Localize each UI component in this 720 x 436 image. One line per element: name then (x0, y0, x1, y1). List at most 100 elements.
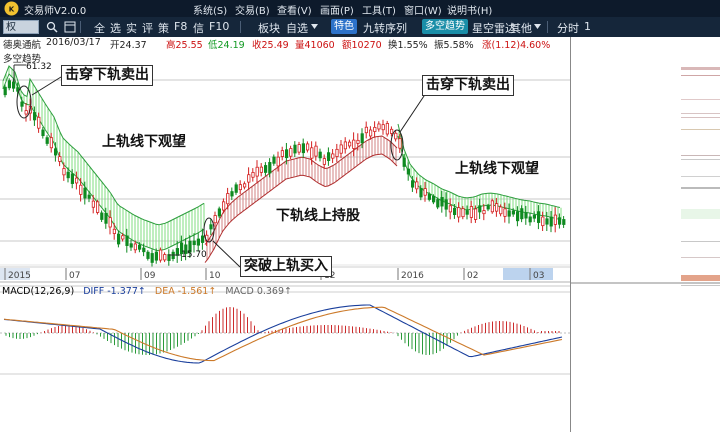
toolbar-watchlist[interactable]: 自选 (286, 20, 308, 36)
candle-body (280, 150, 285, 157)
menu-system[interactable]: 系统(S) (193, 2, 227, 17)
menu-trade[interactable]: 交易(B) (235, 2, 270, 17)
candle-body (364, 126, 369, 134)
panel-row (681, 155, 720, 156)
quote-amount: 额10270 (342, 40, 382, 51)
quote-change: 涨(1.12)4.60% (482, 40, 551, 51)
candle-body (11, 81, 16, 89)
candle-body (24, 110, 28, 115)
toolbar-select[interactable]: 选 (110, 20, 121, 36)
menu-screen[interactable]: 画面(P) (320, 2, 354, 17)
toolbar-f8[interactable]: F8 (174, 20, 187, 33)
quote-high: 高25.55 (166, 40, 203, 51)
candle-body (499, 206, 503, 215)
candle-body (154, 251, 158, 261)
candle-body (158, 249, 163, 261)
candle-body (238, 184, 242, 191)
candle-body (444, 199, 448, 210)
candle-body (137, 244, 142, 250)
menu-window[interactable]: 窗口(W) (404, 2, 442, 17)
quote-open: 开24.37 (110, 40, 147, 51)
candle-body (142, 247, 146, 253)
candle-body (301, 143, 306, 154)
candle-body (104, 212, 108, 224)
toolbar-separator (80, 21, 81, 33)
panel-row (681, 113, 720, 114)
toolbar-f10[interactable]: F10 (209, 20, 229, 33)
toolbar-intraday[interactable]: 分时 (557, 20, 579, 36)
candle-body (70, 173, 74, 184)
badge-feature[interactable]: 特色 (331, 19, 357, 34)
toolbar-all[interactable]: 全 (94, 20, 105, 36)
candle-body (242, 183, 247, 188)
quote-volume: 量41060 (295, 40, 335, 51)
search-icon[interactable] (46, 21, 58, 33)
candle-body (402, 157, 406, 167)
candle-body (377, 123, 381, 130)
candle-body (410, 180, 415, 188)
candle-body (553, 214, 558, 225)
candle-body (318, 151, 322, 159)
panel-row (681, 117, 720, 118)
candle-body (125, 235, 129, 246)
candle-body (117, 233, 121, 245)
toolbar-one[interactable]: 1 (584, 20, 591, 33)
window-icon[interactable] (64, 21, 76, 33)
candle-body (436, 199, 440, 208)
quote-amplitude: 振5.58% (434, 40, 474, 51)
annotation-hold: 下轨线上持股 (276, 208, 360, 224)
toolbar-info[interactable]: 信 (193, 20, 204, 36)
candle-body (268, 162, 272, 174)
panel-row (681, 75, 720, 76)
candle-body (385, 123, 390, 135)
candle-body (276, 156, 280, 167)
quote-turnover: 换1.55% (388, 40, 428, 51)
badge-long-short-trend[interactable]: 多空趋势 (422, 19, 468, 34)
toolbar-real[interactable]: 实 (126, 20, 137, 36)
panel-row (681, 275, 720, 281)
axis-tick-label: 03 (533, 271, 544, 281)
toolbar-sector[interactable]: 板块 (258, 20, 280, 36)
candle-body (339, 144, 343, 154)
menu-help[interactable]: 说明书(H) (447, 2, 492, 17)
period-combo[interactable]: 权 (3, 20, 39, 34)
candle-body (284, 149, 289, 159)
toolbar: 权 全 选 实 评 策 F8 信 F10 板块 自选 特色 九转序列 多空趋势 … (0, 17, 720, 37)
menu-view[interactable]: 查看(V) (277, 2, 312, 17)
candle-body (494, 203, 499, 212)
candle-body (272, 156, 276, 164)
candle-body (398, 138, 402, 149)
candle-body (192, 240, 196, 246)
panel-row (681, 159, 720, 160)
macd-diff: DIFF -1.377↑ (83, 286, 146, 297)
toolbar-nine-turn[interactable]: 九转序列 (363, 20, 407, 36)
candle-body (343, 141, 348, 150)
candle-body (37, 116, 41, 129)
candle-body (440, 197, 444, 207)
high-price-label: 61.32 (26, 62, 52, 72)
candle-body (448, 205, 453, 213)
candle-body (3, 86, 7, 96)
candle-body (406, 168, 411, 175)
candle-body (263, 165, 268, 173)
menu-tools[interactable]: 工具(T) (362, 2, 396, 17)
candle-body (96, 201, 100, 213)
candle-body (356, 139, 360, 144)
toolbar-strategy[interactable]: 策 (158, 20, 169, 36)
macd-label: MACD(12,26,9) (2, 286, 75, 297)
candle-body (213, 215, 217, 224)
annotation-watch-2: 上轨线下观望 (455, 161, 539, 177)
toolbar-other[interactable]: 其他 (510, 20, 532, 36)
candle-body (511, 210, 516, 215)
axis-tick-label: 02 (467, 271, 478, 281)
candle-body (352, 139, 356, 149)
candle-body (545, 218, 549, 225)
candle-body (347, 141, 352, 147)
axis-tick-label: 2016 (401, 271, 424, 281)
low-price-label: 15.70 (181, 250, 207, 260)
candle-body (297, 144, 301, 153)
toolbar-rate[interactable]: 评 (142, 20, 153, 36)
panel-row (681, 187, 720, 189)
price-chart[interactable]: 20150709101220160203 (0, 37, 570, 432)
panel-row (681, 209, 720, 219)
